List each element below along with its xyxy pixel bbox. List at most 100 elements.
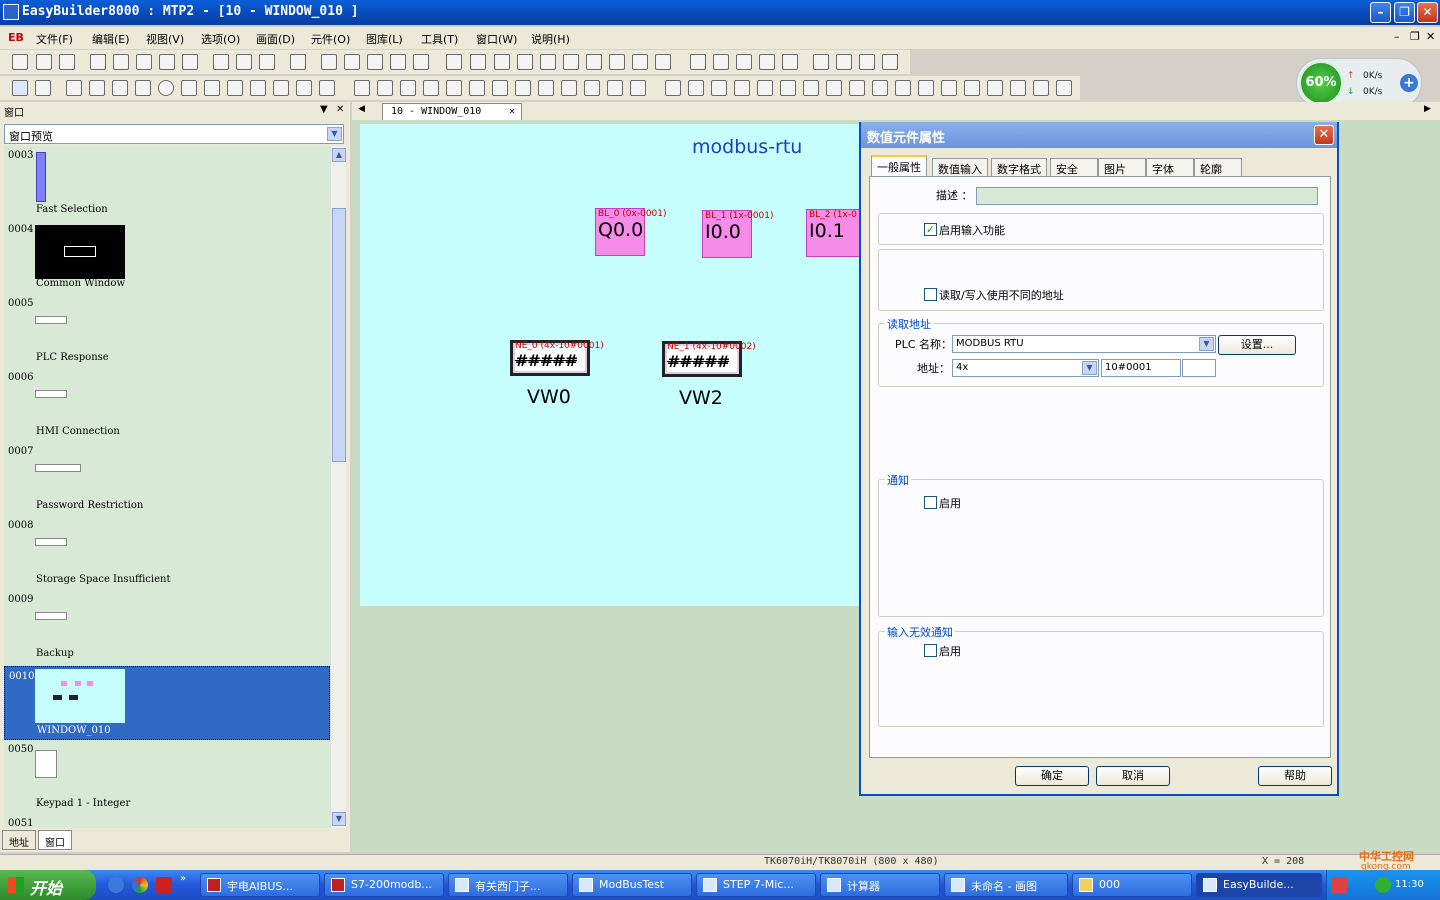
trend-icon[interactable] <box>803 80 819 96</box>
list-item[interactable]: 0008 Storage Space Insufficient <box>4 516 330 590</box>
list-item[interactable]: 0051 <box>4 814 330 828</box>
undo-icon[interactable] <box>159 54 175 70</box>
list-item[interactable]: 0004 Common Window <box>4 220 330 294</box>
panel-dropdown-icon[interactable]: ▼ <box>320 104 328 115</box>
tab-security[interactable]: 安全 <box>1050 158 1098 176</box>
xy-plot-icon[interactable] <box>849 80 865 96</box>
print-icon[interactable] <box>213 54 229 70</box>
mdi-close-button[interactable]: ✕ <box>1426 30 1435 43</box>
table-icon[interactable] <box>632 54 648 70</box>
picture-icon[interactable] <box>296 80 312 96</box>
start-button[interactable]: 开始 <box>0 870 96 900</box>
invalid-enable-checkbox[interactable] <box>924 644 937 657</box>
set-bit-icon[interactable] <box>400 80 416 96</box>
move-icon[interactable] <box>690 54 706 70</box>
menu-edit[interactable]: 编辑(E) <box>92 31 130 47</box>
hmi-screen[interactable]: modbus-rtu BL_0 (0x-0001) Q0.0 BL_1 (1x-… <box>360 124 860 606</box>
tab-close-icon[interactable]: ✕ <box>509 106 515 117</box>
tab-numeric-format[interactable]: 数字格式 <box>991 158 1047 176</box>
list-icon[interactable] <box>759 54 775 70</box>
function-key-icon[interactable] <box>446 80 462 96</box>
bit-lamp-i01[interactable]: BL_2 (1x-0 I0.1 <box>806 209 860 257</box>
layer-icon[interactable] <box>413 54 429 70</box>
minimize-button[interactable]: – <box>1370 2 1391 23</box>
scroll-thumb[interactable] <box>332 208 346 462</box>
bit-lamp-i00[interactable]: BL_1 (1x-0001) I0.0 <box>702 210 774 258</box>
pipe-icon[interactable] <box>319 80 335 96</box>
menu-help[interactable]: 说明(H) <box>531 31 570 47</box>
menu-screen[interactable]: 画面(D) <box>256 31 295 47</box>
compile-icon[interactable] <box>470 54 486 70</box>
numeric-icon[interactable] <box>538 80 554 96</box>
cross-icon[interactable] <box>112 80 128 96</box>
task-siemens[interactable]: 有关西门子... <box>448 873 568 897</box>
event-display-icon[interactable] <box>711 80 727 96</box>
select-arrow-icon[interactable] <box>12 80 28 96</box>
address-input[interactable]: 10#0001 <box>1101 359 1181 377</box>
video-icon[interactable] <box>1010 80 1026 96</box>
task-folder[interactable]: 000 <box>1072 873 1192 897</box>
settings-button[interactable]: 设置... <box>1218 335 1296 355</box>
maximize-button[interactable]: ❐ <box>1394 2 1415 23</box>
set-word-icon[interactable] <box>423 80 439 96</box>
polygon-icon[interactable] <box>227 80 243 96</box>
alarm-bar-icon[interactable] <box>665 80 681 96</box>
numeric-input-vw2[interactable]: NE_1 (4x-10#0002) ##### <box>662 341 756 377</box>
list-item-selected[interactable]: 0010 WINDOW_010 <box>4 666 330 740</box>
plc-name-select[interactable]: MODBUS RTU ▼ <box>952 335 1216 353</box>
list-alt-icon[interactable] <box>782 54 798 70</box>
help-button[interactable]: 帮助 <box>1258 766 1332 786</box>
frame-icon[interactable] <box>390 54 406 70</box>
wps-icon[interactable] <box>156 877 172 893</box>
tray-app-icon[interactable] <box>1331 877 1347 893</box>
tab-scroll-left-icon[interactable]: ◀ <box>358 104 365 114</box>
list-item[interactable]: 0006 HMI Connection <box>4 368 330 442</box>
find-icon[interactable] <box>290 54 306 70</box>
timer-icon[interactable] <box>630 80 646 96</box>
direct-window-icon[interactable] <box>607 80 623 96</box>
object-props-icon[interactable] <box>35 80 51 96</box>
menu-window[interactable]: 窗口(W) <box>476 31 517 47</box>
bit-lamp-q00[interactable]: BL_0 (0x-0001) Q0.0 <box>595 208 667 256</box>
rectangle-icon[interactable] <box>204 80 220 96</box>
menu-object[interactable]: 元件(O) <box>311 31 350 47</box>
scale-icon[interactable] <box>250 80 266 96</box>
list-item[interactable]: 0007 Password Restriction <box>4 442 330 516</box>
ie-icon[interactable] <box>108 877 124 893</box>
grid-icon[interactable] <box>344 54 360 70</box>
tab-window-010[interactable]: 10 - WINDOW_010 ✕ <box>382 103 522 120</box>
ok-button[interactable]: 确定 <box>1015 766 1089 786</box>
data-sample-icon[interactable] <box>734 80 750 96</box>
tab-general[interactable]: 一般属性 <box>871 155 927 177</box>
edit-icon[interactable] <box>586 54 602 70</box>
menu-file[interactable]: 文件(F) <box>36 31 73 47</box>
tab-outline[interactable]: 轮廓 <box>1194 158 1242 176</box>
list-item[interactable]: 0009 Backup <box>4 590 330 664</box>
window-icon[interactable] <box>609 54 625 70</box>
tab-window[interactable]: 窗口 <box>38 830 72 850</box>
recipe-icon[interactable] <box>918 80 934 96</box>
text-icon[interactable] <box>273 80 289 96</box>
new-file-icon[interactable] <box>12 54 28 70</box>
menu-library[interactable]: 图库(L) <box>366 31 403 47</box>
tab-picture[interactable]: 图片 <box>1098 158 1146 176</box>
arc-icon[interactable] <box>135 80 151 96</box>
list-item[interactable]: 0050 Keypad 1 - Integer <box>4 740 330 814</box>
chevron-down-icon[interactable]: ▼ <box>327 127 342 141</box>
help-icon[interactable] <box>236 54 252 70</box>
sound-icon[interactable] <box>813 54 829 70</box>
close-button[interactable]: ✕ <box>1417 2 1438 23</box>
task-step7[interactable]: STEP 7-Mic... <box>696 873 816 897</box>
description-input[interactable] <box>976 187 1318 205</box>
list-item[interactable]: 0003 Fast Selection <box>4 146 330 220</box>
media-icon[interactable] <box>987 80 1003 96</box>
window-preview-select[interactable]: 窗口预览 ▼ <box>4 124 344 144</box>
polyline-icon[interactable] <box>89 80 105 96</box>
tab-font[interactable]: 字体 <box>1146 158 1194 176</box>
chevron-down-icon[interactable]: ▼ <box>1199 337 1214 351</box>
slider-icon[interactable] <box>515 80 531 96</box>
simulate-online-icon[interactable] <box>517 54 533 70</box>
line-icon[interactable] <box>66 80 82 96</box>
macro-icon[interactable] <box>941 80 957 96</box>
task-calculator[interactable]: 计算器 <box>820 873 940 897</box>
